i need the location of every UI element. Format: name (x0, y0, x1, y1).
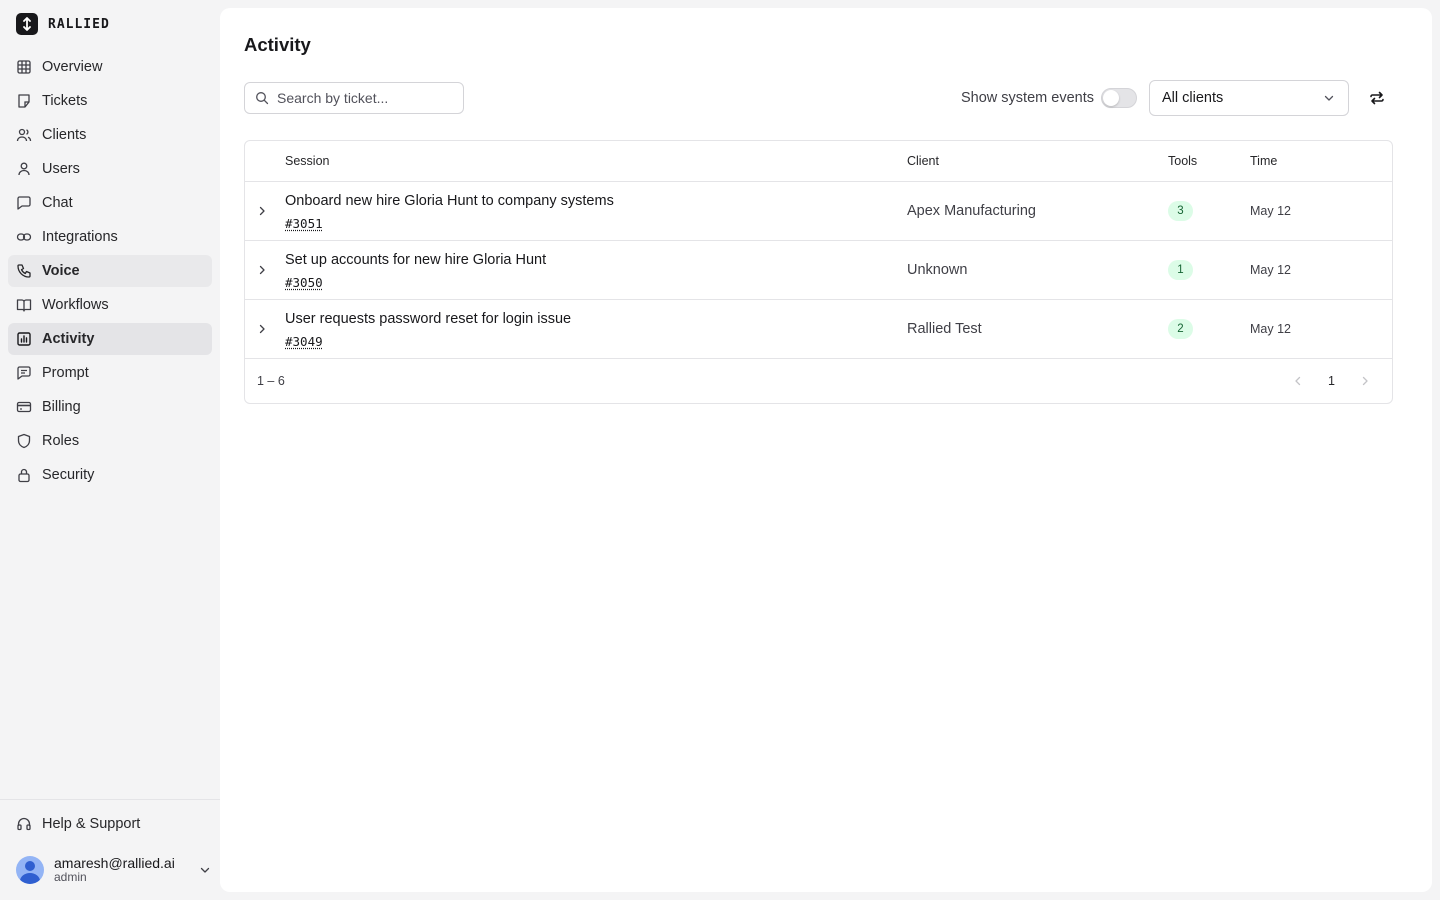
user-icon (16, 161, 32, 177)
session-title: Onboard new hire Gloria Hunt to company … (285, 193, 614, 209)
tools-count-badge: 2 (1168, 319, 1193, 339)
ticket-link[interactable]: #3051 (285, 216, 323, 231)
session-time: May 12 (1250, 204, 1291, 218)
sidebar-item-integrations[interactable]: Integrations (8, 221, 212, 253)
column-header-client: Client (907, 154, 939, 168)
page-title: Activity (244, 34, 311, 55)
headset-icon (16, 816, 32, 832)
sidebar-item-workflows[interactable]: Workflows (8, 289, 212, 321)
activity-table: Session Client Tools Time Onboard new hi… (244, 140, 1393, 404)
sidebar-item-label: Billing (42, 399, 81, 415)
phone-icon (16, 263, 32, 279)
tools-count-badge: 1 (1168, 260, 1193, 280)
sidebar-item-voice[interactable]: Voice (8, 255, 212, 287)
sidebar-item-clients[interactable]: Clients (8, 119, 212, 151)
session-time: May 12 (1250, 263, 1291, 277)
chevron-right-icon[interactable] (1358, 374, 1372, 388)
session-title: User requests password reset for login i… (285, 311, 572, 327)
sidebar-item-label: Security (42, 467, 95, 483)
search-box[interactable] (244, 82, 464, 114)
ticket-link[interactable]: #3050 (285, 275, 323, 290)
main-panel: Activity Show system events All clients … (220, 8, 1432, 892)
help-support-label: Help & Support (42, 816, 141, 832)
sidebar-item-chat[interactable]: Chat (8, 187, 212, 219)
sidebar-item-billing[interactable]: Billing (8, 391, 212, 423)
system-events-toggle[interactable] (1101, 88, 1137, 108)
shield-icon (16, 433, 32, 449)
search-input[interactable] (277, 90, 447, 106)
sidebar-item-roles[interactable]: Roles (8, 425, 212, 457)
column-header-tools: Tools (1168, 154, 1198, 168)
chevron-right-icon[interactable] (255, 322, 269, 336)
tools-count-badge: 3 (1168, 201, 1193, 221)
client-name: Rallied Test (907, 321, 982, 337)
link-icon (16, 229, 32, 245)
table-footer: 1 – 6 1 (245, 359, 1392, 403)
table-row[interactable]: Set up accounts for new hire Gloria Hunt… (245, 241, 1392, 300)
table-header: Session Client Tools Time (245, 141, 1392, 182)
brand[interactable]: RALLIED (16, 12, 110, 36)
help-support-link[interactable]: Help & Support (8, 808, 212, 840)
sidebar-item-label: Clients (42, 127, 87, 143)
ticket-link[interactable]: #3049 (285, 334, 323, 349)
sidebar-item-label: Activity (42, 331, 95, 347)
lock-icon (16, 467, 32, 483)
credit-card-icon (16, 399, 32, 415)
rallied-logo-icon (16, 13, 38, 35)
sidebar-nav: Overview Tickets Clients Users Chat Inte… (8, 51, 212, 493)
user-menu[interactable]: amaresh@rallied.ai admin (16, 852, 212, 888)
sidebar-item-label: Users (42, 161, 80, 177)
sidebar-item-label: Chat (42, 195, 73, 211)
sticky-note-icon (16, 93, 32, 109)
sidebar-item-label: Voice (42, 263, 80, 279)
pagination-page[interactable]: 1 (1328, 374, 1335, 388)
chevron-down-icon (200, 867, 210, 873)
session-time: May 12 (1250, 322, 1291, 336)
table-row[interactable]: Onboard new hire Gloria Hunt to company … (245, 182, 1392, 241)
client-filter-select[interactable]: All clients (1149, 80, 1349, 116)
book-icon (16, 297, 32, 313)
bar-chart-icon (16, 331, 32, 347)
sidebar-item-label: Integrations (42, 229, 118, 245)
sidebar: RALLIED Overview Tickets Clients Users C… (0, 0, 220, 900)
session-title: Set up accounts for new hire Gloria Hunt (285, 252, 547, 268)
column-header-time: Time (1250, 154, 1278, 168)
sidebar-item-activity[interactable]: Activity (8, 323, 212, 355)
message-square-icon (16, 365, 32, 381)
client-filter-value: All clients (1162, 90, 1224, 106)
sidebar-item-label: Prompt (42, 365, 89, 381)
chevron-right-icon[interactable] (255, 204, 269, 218)
table-row[interactable]: User requests password reset for login i… (245, 300, 1392, 359)
brand-name: RALLIED (48, 16, 110, 32)
sidebar-item-label: Roles (42, 433, 80, 449)
sidebar-item-tickets[interactable]: Tickets (8, 85, 212, 117)
chevron-left-icon[interactable] (1291, 374, 1305, 388)
sidebar-divider (0, 799, 220, 800)
chevron-down-icon (1324, 95, 1334, 101)
client-name: Unknown (907, 262, 968, 278)
refresh-button[interactable] (1365, 86, 1389, 110)
column-header-session: Session (285, 154, 330, 168)
chevron-right-icon[interactable] (255, 263, 269, 277)
user-role: admin (54, 870, 87, 885)
sidebar-item-label: Workflows (42, 297, 109, 313)
sidebar-item-overview[interactable]: Overview (8, 51, 212, 83)
sidebar-item-label: Overview (42, 59, 103, 75)
sidebar-item-users[interactable]: Users (8, 153, 212, 185)
users-icon (16, 127, 32, 143)
sidebar-item-security[interactable]: Security (8, 459, 212, 491)
user-email: amaresh@rallied.ai (54, 855, 175, 872)
search-icon (256, 92, 269, 105)
sidebar-item-prompt[interactable]: Prompt (8, 357, 212, 389)
client-name: Apex Manufacturing (907, 203, 1036, 219)
pagination-range: 1 – 6 (257, 374, 285, 388)
avatar (16, 856, 44, 884)
chat-bubble-icon (16, 195, 32, 211)
sidebar-item-label: Tickets (42, 93, 88, 109)
refresh-icon (1370, 91, 1384, 105)
toggle-knob (1103, 90, 1119, 106)
system-events-label: Show system events (961, 90, 1094, 106)
grid-icon (16, 59, 32, 75)
